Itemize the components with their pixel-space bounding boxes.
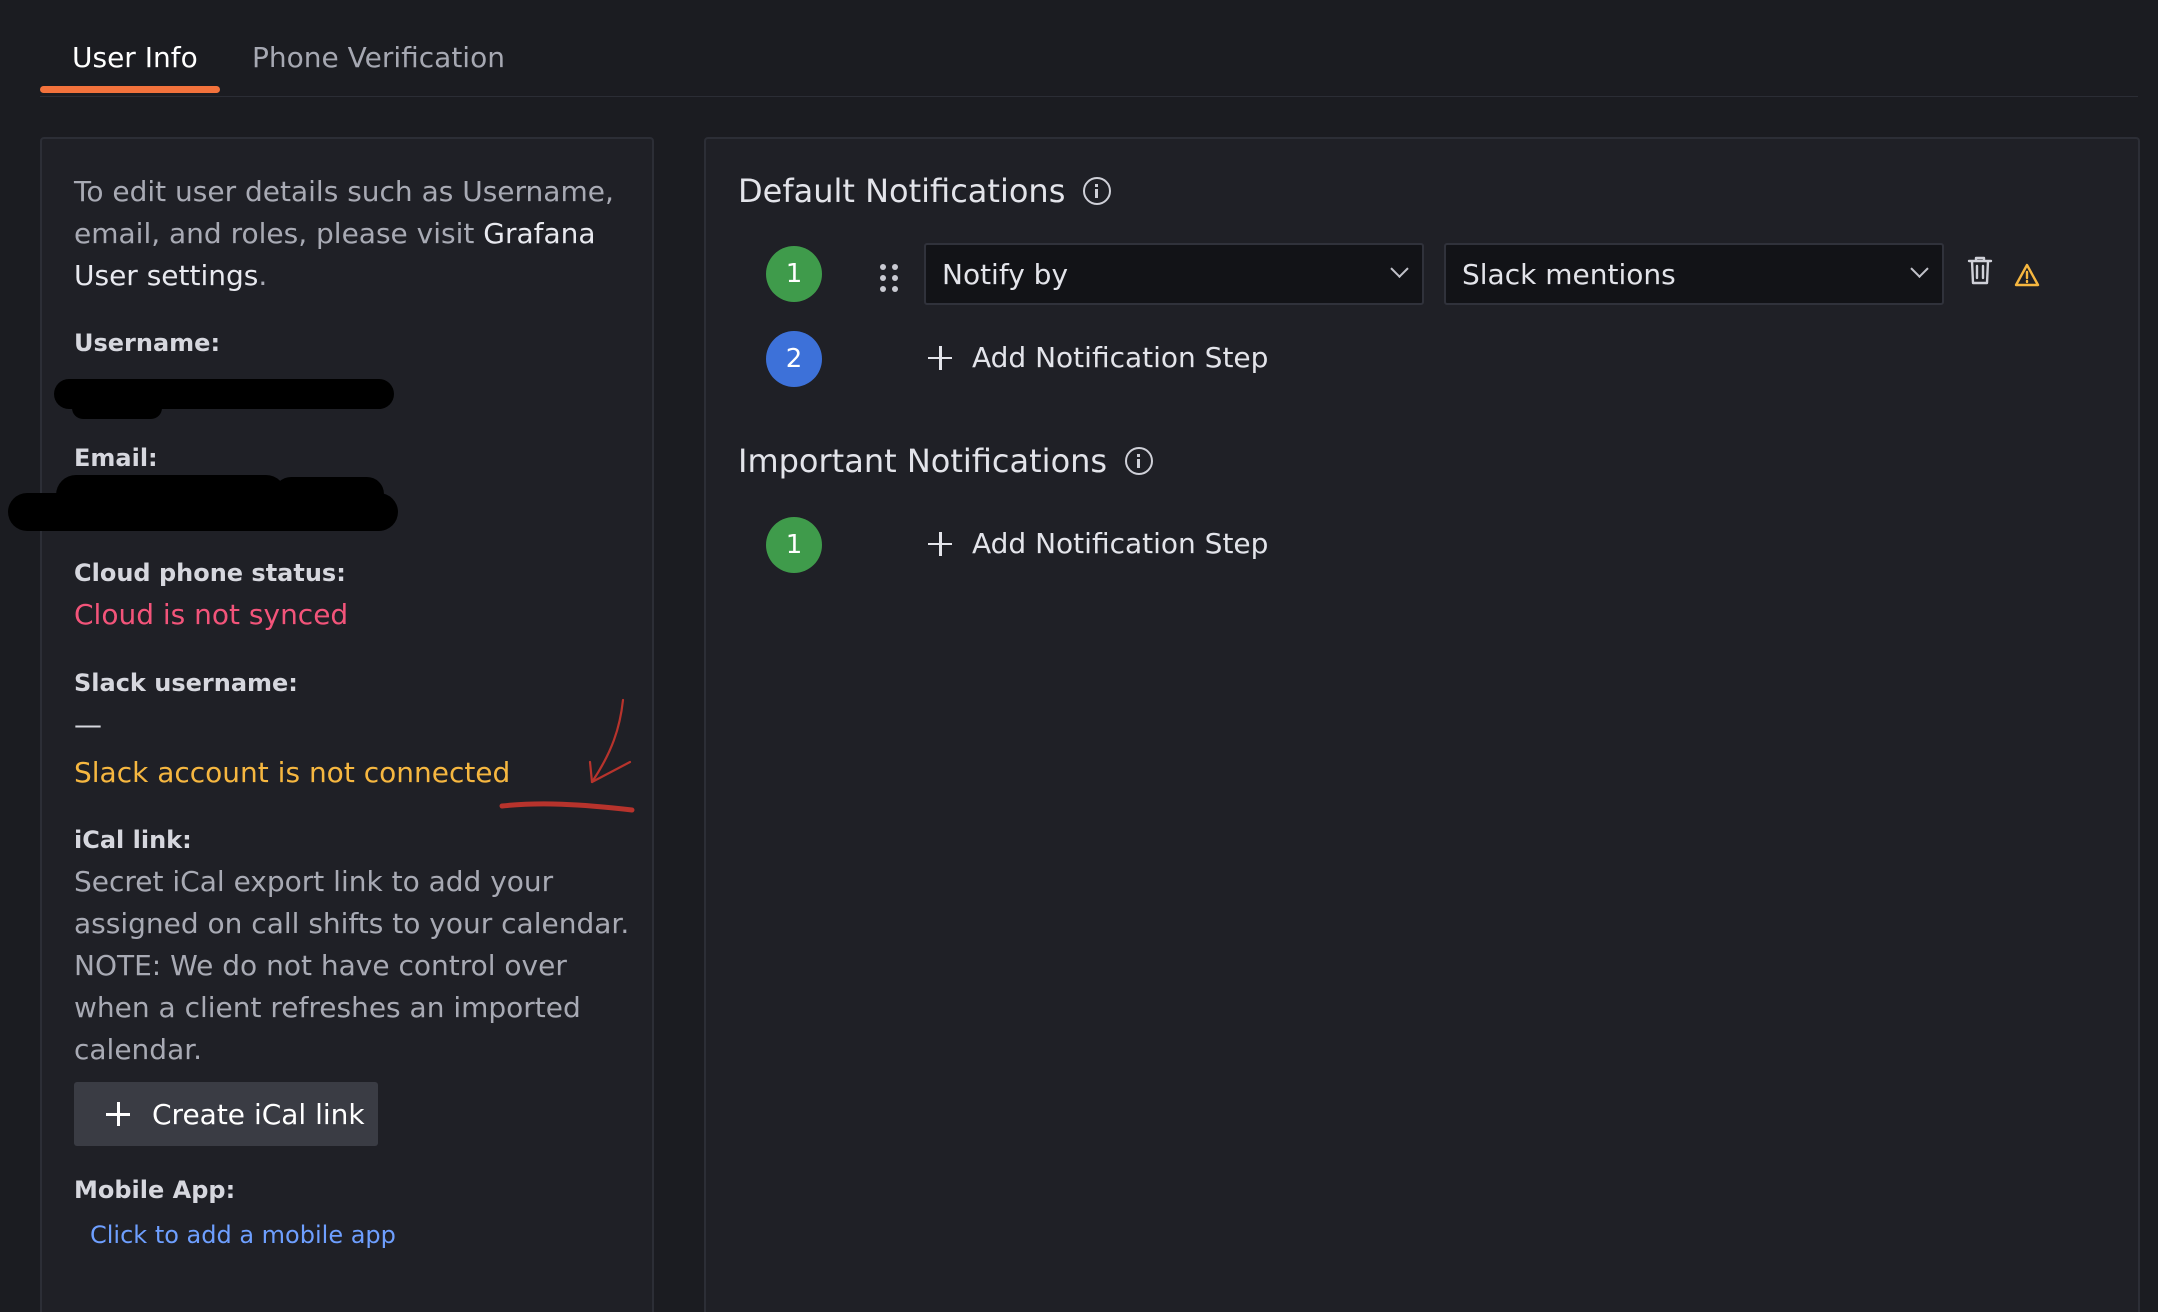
tab-phone-verification[interactable]: Phone Verification (252, 40, 505, 76)
notification-channel-value: Slack mentions (1462, 257, 1676, 291)
hand-drawn-arrow-annotation (499, 698, 635, 813)
plus-icon (928, 345, 952, 370)
user-settings-intro: To edit user details such as Username, e… (74, 171, 634, 297)
tab-user-info[interactable]: User Info (72, 40, 198, 76)
active-tab-indicator (40, 86, 220, 93)
notification-rules-panel: Default Notifications 1 Notify by Slack … (704, 137, 2140, 1312)
tab-bar: User Info Phone Verification (40, 0, 2138, 97)
info-icon[interactable] (1083, 177, 1112, 205)
ical-description: Secret iCal export link to add your assi… (74, 865, 630, 1066)
create-ical-link-button[interactable]: Create iCal link (74, 1082, 378, 1146)
default-notifications-title: Default Notifications (738, 171, 1112, 211)
email-redacted-band (8, 493, 398, 531)
add-important-notification-step-button[interactable]: Add Notification Step (928, 527, 1268, 560)
warning-icon[interactable] (2014, 263, 2040, 287)
important-notifications-title-text: Important Notifications (738, 442, 1108, 480)
username-redacted-extra (72, 397, 162, 419)
username-label: Username: (74, 329, 221, 357)
default-notifications-title-text: Default Notifications (738, 172, 1066, 210)
notify-by-value: Notify by (942, 257, 1069, 291)
chevron-down-icon (1390, 259, 1409, 278)
slack-username-value: — (74, 708, 102, 741)
drag-handle-icon[interactable] (880, 264, 898, 292)
email-label: Email: (74, 444, 158, 472)
intro-suffix: . (258, 259, 268, 292)
add-notification-step-label: Add Notification Step (972, 341, 1269, 374)
ical-link-label: iCal link: (74, 826, 192, 854)
cloud-phone-status-label: Cloud phone status: (74, 559, 346, 587)
plus-icon (106, 1102, 130, 1126)
chevron-down-icon (1910, 259, 1929, 278)
slack-connection-status: Slack account is not connected (74, 756, 511, 789)
add-mobile-app-link[interactable]: Click to add a mobile app (90, 1221, 396, 1249)
create-ical-link-label: Create iCal link (152, 1097, 365, 1131)
add-notification-step-label: Add Notification Step (972, 527, 1269, 560)
notify-by-select[interactable]: Notify by (924, 243, 1424, 305)
info-icon[interactable] (1125, 447, 1154, 475)
mobile-app-label: Mobile App: (74, 1176, 236, 1204)
plus-icon (928, 531, 952, 556)
step-number: 2 (766, 331, 822, 387)
step-number: 1 (766, 517, 822, 573)
notification-channel-select[interactable]: Slack mentions (1444, 243, 1944, 305)
add-notification-step-button[interactable]: Add Notification Step (928, 341, 1268, 374)
slack-username-label: Slack username: (74, 669, 298, 697)
trash-icon[interactable] (1967, 255, 1993, 285)
important-notifications-title: Important Notifications (738, 441, 1154, 481)
step-number: 1 (766, 246, 822, 302)
cloud-phone-status: Cloud is not synced (74, 598, 349, 631)
